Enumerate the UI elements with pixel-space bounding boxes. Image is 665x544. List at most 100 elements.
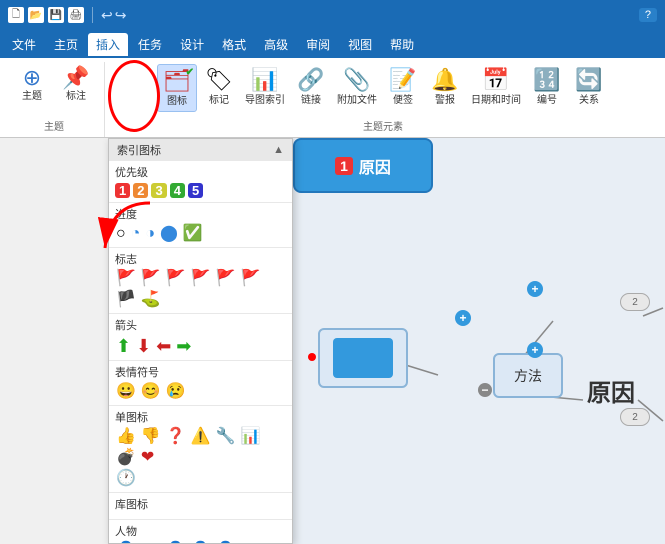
section-arrow: 箭头 ⬆ ⬇ ⬅ ➡: [109, 314, 292, 361]
index-btn[interactable]: 📊 导图索引: [241, 64, 289, 110]
emoji-neutral[interactable]: 😊: [140, 383, 162, 401]
node-cause-text[interactable]: 原因: [587, 373, 635, 408]
arrow-down[interactable]: ⬇: [135, 336, 152, 356]
theme-btn[interactable]: ⊕ 主题: [12, 64, 52, 106]
open-icon[interactable]: 📂: [28, 7, 44, 23]
progress-50[interactable]: ◑: [144, 225, 156, 243]
number-btn[interactable]: 🔢 编号: [527, 64, 567, 110]
attach-btn[interactable]: 📎 附加文件: [333, 64, 381, 110]
priority-5[interactable]: 5: [188, 183, 203, 198]
menu-format[interactable]: 格式: [214, 33, 254, 56]
cause-plus-top-btn[interactable]: +: [527, 281, 543, 297]
icon-thumbdown[interactable]: 👎: [140, 428, 162, 446]
element-buttons: 🗂 图标 ✔ 🏷 标记 📊 导图索引 🔗 链接 📎 附加文件 �: [157, 64, 609, 118]
section-people: 人物 👤 👥 👤 👤 👤 👥 👤 👥 🚹 🚺 🚻 ♿: [109, 520, 292, 544]
small-node-2b[interactable]: 2: [620, 408, 650, 426]
alert-btn[interactable]: 🔔 警报: [425, 64, 465, 110]
menu-review[interactable]: 审阅: [298, 33, 338, 56]
undo-btn[interactable]: ↩: [101, 7, 113, 24]
link-btn[interactable]: 🔗 链接: [291, 64, 331, 110]
redo-btn[interactable]: ↪: [115, 7, 127, 24]
icon-heart[interactable]: ❤: [140, 449, 155, 467]
main-canvas[interactable]: 方法 − 1 原因 + + + 原因 2 2: [293, 138, 665, 544]
icon-row-flag: 🚩 🚩 🚩 🚩 🚩 🚩 🏴 ⛳: [115, 270, 286, 309]
arrow-right[interactable]: ➡: [175, 336, 192, 356]
flag-red[interactable]: 🚩: [140, 270, 162, 288]
theme-label: 主题: [22, 91, 42, 103]
progress-75[interactable]: ⬤: [159, 225, 179, 243]
cause-plus-bottom-btn[interactable]: +: [527, 342, 543, 358]
progress-100[interactable]: ✅: [182, 225, 204, 243]
menu-home[interactable]: 主页: [46, 33, 86, 56]
note-btn[interactable]: 📝 便签: [383, 64, 423, 110]
flag-orange[interactable]: 🚩: [165, 270, 187, 288]
menu-insert[interactable]: 插入: [88, 33, 128, 56]
icon-dropdown-panel[interactable]: 索引图标 ▲ 优先级 1 2 3 4 5 进度 ○ ◔ ◑ ⬤ ✅: [108, 138, 293, 544]
menu-file[interactable]: 文件: [4, 33, 44, 56]
datetime-label: 日期和时间: [471, 95, 521, 107]
relation-icon: 🔄: [575, 67, 602, 93]
icon-thumbup[interactable]: 👍: [115, 428, 137, 446]
flag-green[interactable]: 🚩: [115, 270, 137, 288]
menu-task[interactable]: 任务: [130, 33, 170, 56]
relation-btn[interactable]: 🔄 关系: [569, 64, 609, 110]
cause-big-icon: 1: [335, 157, 353, 175]
progress-25[interactable]: ◔: [130, 225, 142, 243]
number-icon: 🔢: [533, 67, 560, 93]
priority-3[interactable]: 3: [151, 183, 166, 198]
menu-bar: 文件 主页 插入 任务 设计 格式 高级 审阅 视图 帮助: [0, 30, 665, 58]
note-label: 便签: [393, 95, 413, 107]
emoji-happy[interactable]: 😀: [115, 383, 137, 401]
theme-buttons: ⊕ 主题 📌 标注: [12, 64, 96, 118]
progress-0[interactable]: ○: [115, 225, 127, 243]
alert-icon: 🔔: [431, 67, 458, 93]
dropdown-title: 索引图标: [117, 142, 161, 158]
flag-purple[interactable]: 🚩: [240, 270, 262, 288]
node-method[interactable]: 方法: [493, 353, 563, 398]
priority-2[interactable]: 2: [133, 183, 148, 198]
flag-dark[interactable]: 🏴: [115, 291, 137, 309]
new-icon[interactable]: 🗋: [8, 7, 24, 23]
icon-row-priority: 1 2 3 4 5: [115, 183, 286, 198]
priority-1[interactable]: 1: [115, 183, 130, 198]
print-icon[interactable]: 🖨: [68, 7, 84, 23]
mark-btn[interactable]: 📌 标注: [56, 64, 96, 106]
arrow-up[interactable]: ⬆: [115, 336, 132, 356]
section-single: 单图标 👍 👎 ❓ ⚠️ 🔧 📊 💣 ❤ 🕐: [109, 406, 292, 493]
menu-view[interactable]: 视图: [340, 33, 380, 56]
icon-tool[interactable]: 🔧: [215, 428, 237, 446]
menu-help[interactable]: 帮助: [382, 33, 422, 56]
icon-clock[interactable]: 🕐: [115, 470, 137, 488]
section-emoji: 表情符号 😀 😊 😢: [109, 361, 292, 406]
small-node-2a[interactable]: 2: [620, 293, 650, 311]
note-icon: 📝: [389, 67, 416, 93]
icon-chart[interactable]: 📊: [240, 428, 262, 446]
emoji-sad[interactable]: 😢: [165, 383, 187, 401]
title-bar: 🗋 📂 💾 🖨 ↩ ↪ ?: [0, 0, 665, 30]
flag-blue[interactable]: 🚩: [190, 270, 212, 288]
arrow-left[interactable]: ⬅: [155, 336, 172, 356]
priority-4[interactable]: 4: [170, 183, 185, 198]
section-library: 库图标: [109, 493, 292, 520]
cause-plus-left-btn[interactable]: +: [455, 310, 471, 326]
menu-advanced[interactable]: 高级: [256, 33, 296, 56]
scroll-up-btn[interactable]: ▲: [273, 144, 284, 156]
tag-btn[interactable]: 🏷 标记: [199, 64, 239, 110]
minus-btn[interactable]: −: [478, 383, 492, 397]
icon-row-single-2: 🕐: [115, 470, 286, 488]
icon-btn[interactable]: 🗂 图标 ✔: [157, 64, 197, 112]
datetime-btn[interactable]: 📅 日期和时间: [467, 64, 525, 110]
help-btn[interactable]: ?: [639, 8, 657, 22]
menu-design[interactable]: 设计: [172, 33, 212, 56]
section-title-people: 人物: [115, 523, 286, 539]
ribbon: ⊕ 主题 📌 标注 主题 🗂 图标 ✔ 🏷 标记 📊: [0, 58, 665, 138]
flag-black[interactable]: ⛳: [140, 291, 162, 309]
mark-label: 标注: [66, 91, 86, 103]
node-center[interactable]: [318, 328, 408, 388]
save-icon[interactable]: 💾: [48, 7, 64, 23]
icon-bomb[interactable]: 💣: [115, 449, 137, 467]
icon-question[interactable]: ❓: [165, 428, 187, 446]
flag-lt-blue[interactable]: 🚩: [215, 270, 237, 288]
node-cause-big[interactable]: 1 原因: [293, 138, 433, 193]
icon-warning[interactable]: ⚠️: [190, 428, 212, 446]
